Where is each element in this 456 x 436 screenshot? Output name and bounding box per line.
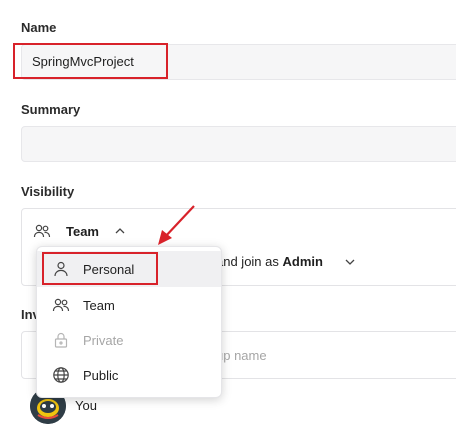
menu-item-team[interactable]: Team xyxy=(37,287,221,323)
lock-icon xyxy=(51,330,71,350)
summary-label: Summary xyxy=(21,102,81,117)
menu-item-label: Team xyxy=(83,297,115,313)
join-as-label: and join as xyxy=(216,254,279,269)
menu-item-public[interactable]: Public xyxy=(37,357,221,393)
team-icon xyxy=(33,222,51,240)
visibility-selected[interactable]: Team xyxy=(66,224,99,239)
name-value: SpringMvcProject xyxy=(32,54,134,69)
chevron-down-icon[interactable] xyxy=(344,255,356,267)
name-label: Name xyxy=(21,20,57,35)
team-icon xyxy=(51,295,71,315)
join-as-text: and join as Admin xyxy=(216,254,323,269)
chevron-up-icon[interactable] xyxy=(114,224,126,236)
annotation-arrow-icon xyxy=(158,205,195,245)
invite-input-placeholder: up name xyxy=(216,348,267,363)
menu-item-private: Private xyxy=(37,322,221,358)
globe-icon xyxy=(51,365,71,385)
member-name: You xyxy=(75,398,97,413)
menu-item-label: Private xyxy=(83,332,124,348)
summary-field[interactable] xyxy=(21,126,456,162)
join-role[interactable]: Admin xyxy=(283,254,323,269)
menu-item-label: Public xyxy=(83,367,119,383)
visibility-label: Visibility xyxy=(21,184,75,199)
annotation-highlight-personal xyxy=(42,252,158,285)
